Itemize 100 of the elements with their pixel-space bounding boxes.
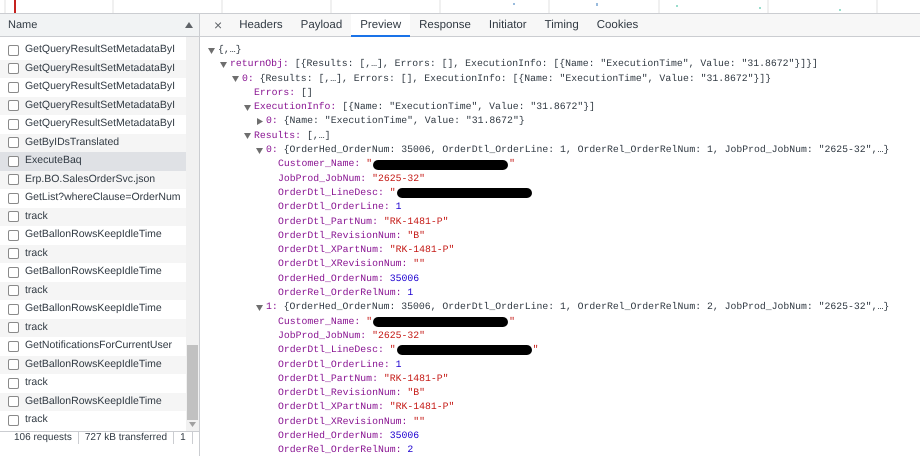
request-name: GetBallonRowsKeepIdleTime bbox=[25, 394, 162, 409]
property-value: 35006 bbox=[390, 272, 420, 286]
property-value: "B" bbox=[407, 386, 425, 400]
request-row[interactable]: GetQueryResultSetMetadataByI bbox=[0, 78, 186, 96]
checkbox[interactable] bbox=[8, 63, 19, 74]
property-key: OrderDtl_RevisionNum: bbox=[278, 386, 402, 400]
request-row[interactable]: GetQueryResultSetMetadataByI bbox=[0, 60, 186, 78]
request-row[interactable]: GetNotificationsForCurrentUser bbox=[0, 337, 186, 356]
request-name: track bbox=[25, 282, 48, 298]
checkbox[interactable] bbox=[8, 211, 19, 222]
checkbox[interactable] bbox=[8, 82, 19, 93]
checkbox[interactable] bbox=[8, 266, 19, 278]
request-name: GetBallonRowsKeepIdleTime bbox=[25, 227, 162, 242]
property-key: ExecutionInfo: bbox=[254, 100, 336, 114]
triangle-down-icon[interactable] bbox=[256, 304, 263, 311]
property-value: 1 bbox=[396, 200, 402, 214]
scrollbar[interactable] bbox=[186, 37, 199, 431]
property-value: 1 bbox=[396, 358, 402, 372]
checkbox[interactable] bbox=[8, 378, 19, 389]
request-name: track bbox=[25, 375, 48, 390]
tab[interactable]: Response bbox=[410, 14, 480, 37]
request-row[interactable]: track bbox=[0, 244, 186, 263]
request-row[interactable]: track bbox=[0, 282, 186, 300]
close-button[interactable]: × bbox=[206, 14, 230, 36]
property-key: OrderDtl_OrderLine: bbox=[278, 200, 390, 215]
request-row[interactable]: ExecuteBaq bbox=[0, 152, 186, 170]
checkbox[interactable] bbox=[8, 304, 19, 315]
checkbox[interactable] bbox=[8, 118, 19, 130]
checkbox[interactable] bbox=[8, 230, 19, 241]
checkbox[interactable] bbox=[8, 174, 19, 186]
request-name: Erp.BO.SalesOrderSvc.json bbox=[25, 172, 156, 187]
request-name: GetBallonRowsKeepIdleTime bbox=[25, 301, 162, 316]
object-summary: {,…} bbox=[218, 43, 242, 57]
object-summary: [{Results: [,…], Errors: [], ExecutionInfo: [{Name: "ExecutionTime", Value: "31.8672"}]}] bbox=[294, 57, 818, 72]
request-row[interactable]: GetBallonRowsKeepIdleTime bbox=[0, 356, 186, 374]
property-key: 0: bbox=[242, 72, 254, 86]
triangle-down-icon[interactable] bbox=[244, 132, 251, 140]
triangle-down-icon[interactable] bbox=[208, 46, 215, 54]
tab[interactable]: Cookies bbox=[588, 14, 648, 37]
object-summary: {OrderHed_OrderNum: 35006, OrderDtl_OrderLine: 1, OrderRel_OrderRelNum: 1, JobProd_JobNum: "2625-32",…} bbox=[284, 143, 890, 158]
property-value: "2625-32" bbox=[372, 328, 425, 343]
tab[interactable]: Preview bbox=[351, 14, 410, 37]
property-value: "RK-1481-P" bbox=[384, 214, 449, 229]
triangle-down-icon[interactable] bbox=[220, 60, 227, 68]
request-row[interactable]: GetBallonRowsKeepIdleTime bbox=[0, 226, 186, 244]
property-value: "RK-1481-P" bbox=[390, 400, 454, 414]
triangle-right-icon[interactable] bbox=[256, 118, 263, 126]
checkbox[interactable] bbox=[8, 44, 19, 56]
tab[interactable]: Headers bbox=[230, 14, 292, 37]
checkbox[interactable] bbox=[8, 192, 19, 204]
checkbox[interactable] bbox=[8, 285, 19, 296]
sort-up-icon[interactable] bbox=[185, 22, 193, 28]
request-name: GetQueryResultSetMetadataByI bbox=[25, 79, 175, 94]
request-row[interactable]: GetList?whereClause=OrderNum bbox=[0, 189, 186, 208]
checkbox[interactable] bbox=[8, 396, 19, 408]
property-value: [] bbox=[301, 86, 313, 100]
request-name: GetBallonRowsKeepIdleTime bbox=[25, 356, 162, 372]
triangle-down-icon[interactable] bbox=[232, 75, 239, 82]
scrollbar-thumb[interactable] bbox=[187, 345, 198, 420]
scroll-down-icon[interactable] bbox=[189, 422, 196, 427]
triangle-down-icon[interactable] bbox=[256, 146, 263, 154]
request-row[interactable]: track bbox=[0, 374, 186, 392]
property-value: 2 bbox=[407, 443, 414, 456]
tab[interactable]: Initiator bbox=[480, 14, 536, 37]
property-key: OrderDtl_XPartNum: bbox=[278, 400, 384, 415]
checkbox[interactable] bbox=[8, 156, 19, 167]
checkbox[interactable] bbox=[8, 414, 19, 426]
request-row[interactable]: track bbox=[0, 208, 186, 226]
property-key: OrderDtl_PartNum: bbox=[278, 214, 378, 229]
request-row[interactable]: GetQueryResultSetMetadataByI bbox=[0, 115, 186, 134]
checkbox[interactable] bbox=[8, 359, 19, 370]
tab[interactable]: Timing bbox=[536, 14, 588, 37]
property-key: OrderDtl_LineDesc: bbox=[278, 343, 384, 358]
checkbox[interactable] bbox=[8, 322, 19, 334]
request-row[interactable]: GetBallonRowsKeepIdleTime bbox=[0, 263, 186, 282]
property-key: 0: bbox=[266, 143, 278, 158]
request-row[interactable]: track bbox=[0, 318, 186, 337]
request-row[interactable]: GetQueryResultSetMetadataByI bbox=[0, 41, 186, 60]
property-value: 1 bbox=[407, 286, 414, 300]
request-row[interactable]: GetByIDsTranslated bbox=[0, 134, 186, 152]
checkbox[interactable] bbox=[8, 248, 19, 260]
request-row[interactable]: track bbox=[0, 411, 186, 430]
status-text: 1 bbox=[174, 432, 193, 444]
property-key: JobProd_JobNum: bbox=[278, 328, 366, 344]
triangle-down-icon[interactable] bbox=[244, 104, 251, 111]
property-value: "B" bbox=[407, 228, 425, 243]
request-row[interactable]: GetQueryResultSetMetadataByI bbox=[0, 96, 186, 115]
request-row[interactable]: GetBallonRowsKeepIdleTime bbox=[0, 300, 186, 318]
request-row[interactable]: GetBallonRowsKeepIdleTime bbox=[0, 392, 186, 411]
checkbox[interactable] bbox=[8, 100, 19, 112]
object-summary: {Results: [,…], Errors: [], ExecutionInfo: [{Name: "ExecutionTime", Value: "31.8672"}]} bbox=[260, 72, 772, 86]
request-row[interactable]: Erp.BO.SalesOrderSvc.json bbox=[0, 170, 186, 189]
property-value: "2625-32" bbox=[372, 172, 425, 186]
property-value: " bbox=[366, 314, 372, 329]
checkbox[interactable] bbox=[8, 340, 19, 352]
request-name: track bbox=[25, 412, 48, 428]
column-header[interactable]: Name bbox=[8, 16, 38, 34]
tab[interactable]: Payload bbox=[292, 14, 352, 37]
checkbox[interactable] bbox=[8, 137, 19, 148]
property-value: "" bbox=[413, 414, 425, 429]
